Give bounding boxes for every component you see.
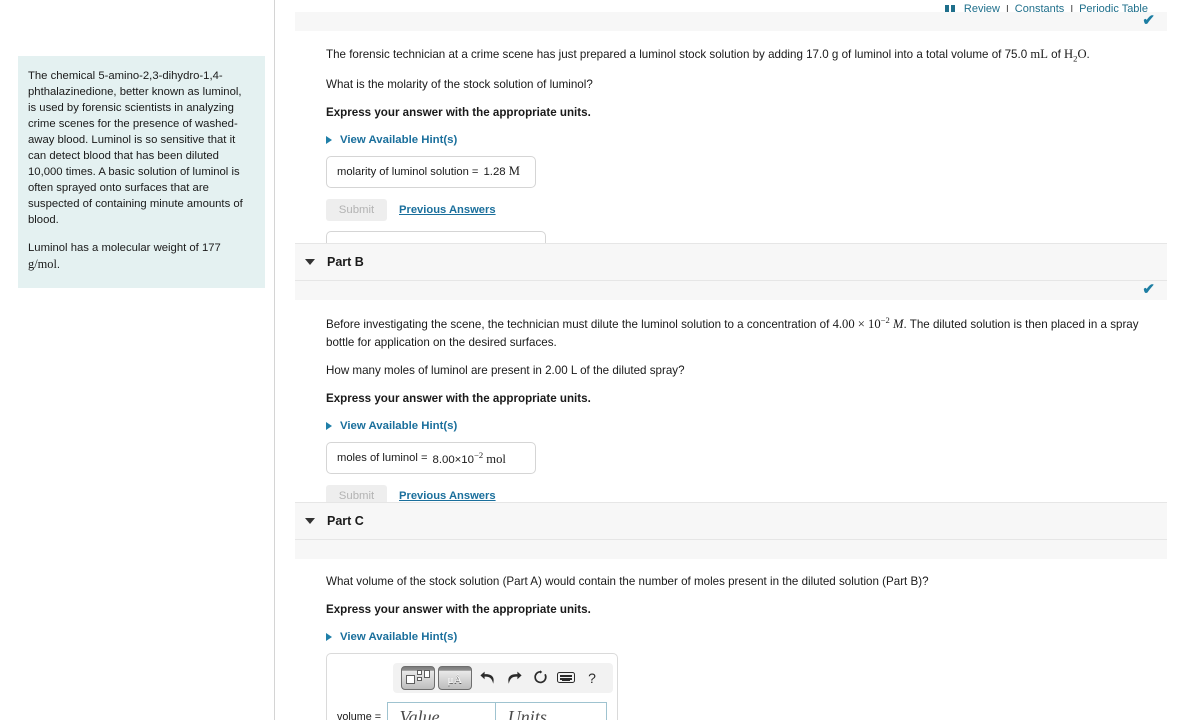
- keyboard-icon[interactable]: [553, 666, 579, 690]
- part-b-answer-label: moles of luminol =: [337, 452, 428, 465]
- part-c-question: What volume of the stock solution (Part …: [326, 575, 929, 588]
- part-b-conc-unit: M: [893, 316, 904, 331]
- part-a-answer-field[interactable]: molarity of luminol solution = 1.28 M: [326, 155, 536, 188]
- part-a-stem-text: The forensic technician at a crime scene…: [326, 48, 1031, 61]
- part-a-answer-value: 1.28: [483, 166, 506, 179]
- part-a-of-word: of: [1047, 48, 1065, 61]
- part-a-answer-label: molarity of luminol solution =: [337, 165, 479, 178]
- part-b-header[interactable]: Part B: [295, 243, 1167, 281]
- part-b-hint-label: View Available Hint(s): [340, 420, 458, 433]
- part-b-answer-exponent: −2: [473, 449, 484, 460]
- part-b-stem: Before investigating the scene, the tech…: [326, 314, 1166, 352]
- part-b-answer-content: 8.00×10−2 mol: [432, 450, 505, 467]
- part-c-body: What volume of the stock solution (Part …: [295, 559, 1167, 720]
- chevron-right-icon: [326, 632, 332, 641]
- undo-icon[interactable]: [475, 666, 501, 690]
- mw-text: Luminol has a molecular weight of 177: [28, 242, 221, 255]
- math-template-icon[interactable]: [401, 665, 435, 690]
- molecular-weight-line: Luminol has a molecular weight of 177 g/…: [28, 240, 251, 274]
- part-c-hints-toggle[interactable]: View Available Hint(s): [326, 631, 457, 643]
- part-a-answer-content: 1.28 M: [483, 164, 520, 179]
- part-b-complete-check-icon: ✔: [1142, 281, 1155, 298]
- reset-icon[interactable]: [527, 666, 553, 690]
- value-input[interactable]: Value: [386, 701, 496, 720]
- main-content: Review I Constants I Periodic Table ✔ Th…: [275, 0, 1200, 720]
- part-a-submit-button[interactable]: Submit: [326, 198, 387, 221]
- part-b-answer-value: 8.00×10: [432, 453, 474, 466]
- part-c-field-label: volume =: [337, 711, 382, 720]
- answer-entry-toolbar: μÅ ?: [393, 662, 613, 693]
- redo-icon[interactable]: [501, 666, 527, 690]
- chevron-down-icon[interactable]: [305, 518, 315, 524]
- part-c-header[interactable]: Part C: [295, 502, 1167, 540]
- units-symbols-icon[interactable]: μÅ: [438, 665, 472, 690]
- part-a-submit-row: Submit Previous Answers: [326, 198, 1167, 221]
- part-b-question: How many moles of luminol are present in…: [326, 364, 685, 378]
- part-b-answer-units: mol: [486, 451, 506, 466]
- mw-period: .: [56, 259, 61, 272]
- part-c-answer-entry: μÅ ? volume = Value Units: [326, 652, 618, 720]
- chevron-down-icon[interactable]: [305, 259, 315, 265]
- part-a-body: The forensic technician at a crime scene…: [295, 31, 1167, 267]
- problem-intro-card: The chemical 5-amino-2,3-dihydro-1,4-pht…: [18, 56, 265, 288]
- part-a-answer-units: M: [508, 164, 520, 179]
- part-b-hints-toggle[interactable]: View Available Hint(s): [326, 420, 457, 432]
- part-a-status-row: ✔: [295, 12, 1167, 31]
- page-root: The chemical 5-amino-2,3-dihydro-1,4-pht…: [0, 0, 1200, 720]
- part-a-complete-check-icon: ✔: [1142, 12, 1155, 29]
- part-c-hint-label: View Available Hint(s): [340, 630, 458, 643]
- part-a-block: ✔ The forensic technician at a crime sce…: [295, 12, 1167, 267]
- units-icon-label: μÅ: [447, 674, 463, 687]
- part-b-previous-answers-link[interactable]: Previous Answers: [399, 490, 496, 502]
- part-b-status-row: ✔: [295, 281, 1167, 300]
- part-b-answer-field[interactable]: moles of luminol = 8.00×10−2 mol: [326, 442, 536, 475]
- mw-units: g/mol: [28, 257, 57, 272]
- part-a-h2o-h: H: [1064, 47, 1074, 61]
- answer-entry-fields: volume = Value Units: [337, 701, 607, 720]
- chevron-right-icon: [326, 135, 332, 144]
- part-a-instruction: Express your answer with the appropriate…: [326, 105, 591, 119]
- part-b-title: Part B: [327, 255, 364, 269]
- help-icon[interactable]: ?: [579, 666, 605, 690]
- part-c-instruction: Express your answer with the appropriate…: [326, 602, 591, 616]
- chevron-right-icon: [326, 422, 332, 431]
- units-input[interactable]: Units: [495, 701, 607, 720]
- part-a-ml-unit: mL: [1030, 47, 1048, 61]
- part-c-status-row: [295, 540, 1167, 559]
- part-b-stem-text: Before investigating the scene, the tech…: [326, 317, 833, 331]
- part-c-title: Part C: [327, 514, 364, 528]
- part-a-hint-label: View Available Hint(s): [340, 133, 458, 146]
- part-b-conc-exponent: −2: [880, 315, 890, 325]
- part-a-stem-period: .: [1086, 48, 1090, 61]
- part-a-previous-answers-link[interactable]: Previous Answers: [399, 204, 496, 216]
- intro-paragraph: The chemical 5-amino-2,3-dihydro-1,4-pht…: [28, 70, 243, 227]
- part-c-block: Part C What volume of the stock solution…: [295, 502, 1167, 720]
- part-a-h2o-o: O: [1077, 47, 1087, 61]
- part-b-instruction: Express your answer with the appropriate…: [326, 392, 591, 406]
- part-b-conc-number: 4.00 × 10: [832, 316, 881, 331]
- part-a-question: What is the molarity of the stock soluti…: [326, 77, 593, 91]
- part-a-hints-toggle[interactable]: View Available Hint(s): [326, 134, 457, 146]
- left-sidebar: The chemical 5-amino-2,3-dihydro-1,4-pht…: [0, 0, 275, 720]
- part-a-stem: The forensic technician at a crime scene…: [326, 45, 1166, 66]
